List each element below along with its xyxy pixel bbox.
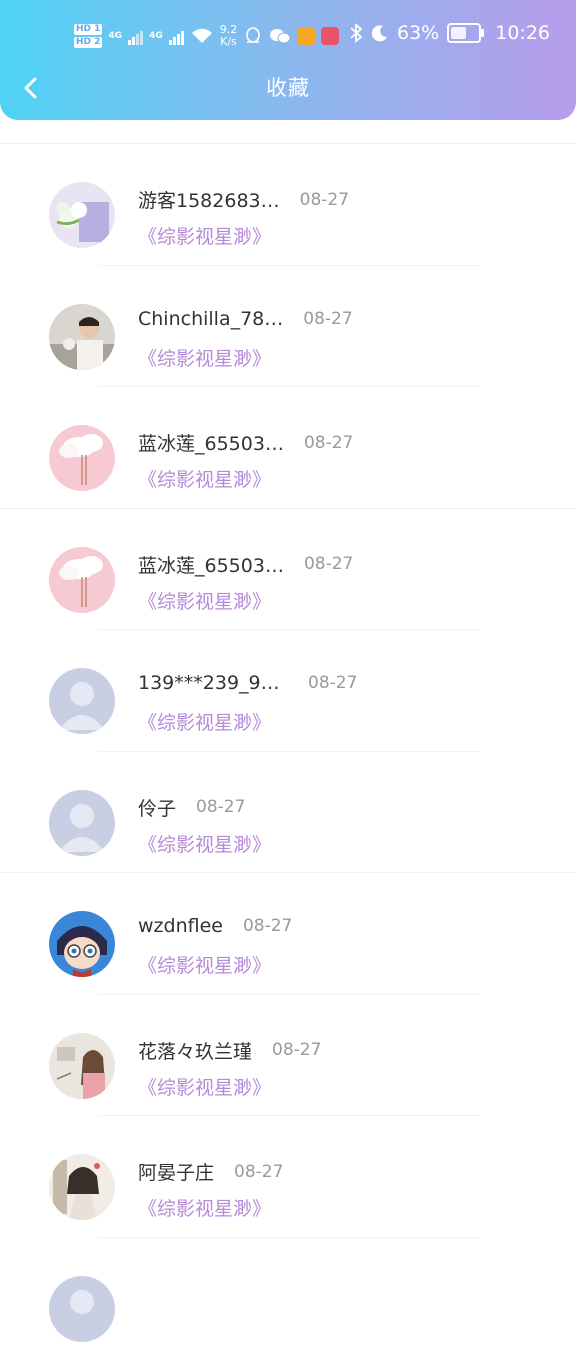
status-bar: HD 1 HD 2 4G 4G 9.2 K/s 63% 10:26	[0, 0, 576, 70]
book-title[interactable]: 《综影视星渺》	[138, 1073, 271, 1100]
nav-bar: 收藏	[0, 66, 576, 110]
status-left: HD 1 HD 2 4G 4G 9.2 K/s	[74, 18, 339, 54]
user-name: 蓝冰莲_65503…	[138, 551, 284, 578]
book-title[interactable]: 《综影视星渺》	[138, 222, 271, 249]
favorite-date: 08-27	[308, 673, 357, 693]
avatar[interactable]	[49, 790, 115, 856]
favorite-date: 08-27	[304, 433, 353, 453]
clock: 10:26	[495, 22, 550, 44]
wechat-icon	[269, 27, 291, 45]
book-title[interactable]: 《综影视星渺》	[138, 1194, 271, 1221]
hd1-badge: HD 1	[74, 24, 102, 35]
list-item[interactable]: 139***239_96… 08-27 《综影视星渺》	[0, 630, 576, 752]
avatar[interactable]	[49, 304, 115, 370]
qq-icon	[243, 26, 263, 46]
status-right: 63% 10:26	[349, 22, 550, 44]
network-type-2: 4G	[149, 31, 163, 41]
hd2-badge: HD 2	[74, 37, 102, 48]
list-item[interactable]: 蓝冰莲_65503… 08-27 《综影视星渺》	[0, 509, 576, 631]
book-title[interactable]: 《综影视星渺》	[138, 951, 271, 978]
user-name: 阿晏子庄	[138, 1158, 214, 1185]
list-item[interactable]: 阿晏子庄 08-27 《综影视星渺》	[0, 1116, 576, 1238]
user-name: wzdnflee	[138, 915, 223, 937]
top-header: HD 1 HD 2 4G 4G 9.2 K/s 63% 10:26	[0, 0, 576, 120]
reader-app-icon	[321, 27, 339, 45]
list-item[interactable]: 伶子 08-27 《综影视星渺》	[0, 752, 576, 874]
favorite-date: 08-27	[196, 797, 245, 817]
avatar[interactable]	[49, 668, 115, 734]
favorite-date: 08-27	[234, 1162, 283, 1182]
book-title[interactable]: 《综影视星渺》	[138, 465, 271, 492]
bluetooth-icon	[349, 23, 363, 43]
battery-fill	[451, 27, 466, 39]
user-name: 蓝冰莲_65503…	[138, 429, 284, 456]
network-type-1: 4G	[108, 31, 122, 41]
page-title: 收藏	[0, 72, 576, 102]
list-item[interactable]: 蓝冰莲_65503… 08-27 《综影视星渺》	[0, 387, 576, 509]
book-title[interactable]: 《综影视星渺》	[138, 344, 271, 371]
list-item[interactable]: 游客1582683… 08-27 《综影视星渺》	[0, 144, 576, 266]
list-item[interactable]: Chinchilla_78… 08-27 《综影视星渺》	[0, 266, 576, 388]
user-name: 139***239_96…	[138, 672, 288, 694]
wifi-icon	[190, 27, 214, 45]
book-title[interactable]: 《综影视星渺》	[138, 708, 271, 735]
user-name: 花落々玖兰瑾	[138, 1037, 252, 1064]
battery-icon	[447, 23, 481, 43]
favorite-date: 08-27	[300, 190, 349, 210]
battery-percent: 63%	[397, 22, 439, 44]
avatar[interactable]	[49, 1154, 115, 1220]
user-name: Chinchilla_78…	[138, 308, 283, 330]
book-title[interactable]: 《综影视星渺》	[138, 830, 271, 857]
list-item[interactable]	[0, 1238, 576, 1359]
book-title[interactable]: 《综影视星渺》	[138, 587, 271, 614]
avatar[interactable]	[49, 911, 115, 977]
user-name: 游客1582683…	[138, 186, 280, 213]
user-name: 伶子	[138, 794, 176, 821]
moon-icon	[371, 24, 389, 42]
speed-unit: K/s	[220, 36, 238, 48]
avatar[interactable]	[49, 547, 115, 613]
avatar[interactable]	[49, 1276, 115, 1342]
favorite-date: 08-27	[272, 1040, 321, 1060]
list-item[interactable]: 花落々玖兰瑾 08-27 《综影视星渺》	[0, 995, 576, 1117]
video-app-icon	[297, 27, 315, 45]
signal-icon	[169, 27, 184, 45]
list-item[interactable]: wzdnflee 08-27 《综影视星渺》	[0, 873, 576, 995]
avatar[interactable]	[49, 182, 115, 248]
favorite-date: 08-27	[243, 916, 292, 936]
network-speed: 9.2 K/s	[220, 24, 238, 48]
avatar[interactable]	[49, 425, 115, 491]
hd-indicators: HD 1 HD 2	[74, 24, 102, 48]
favorite-date: 08-27	[303, 309, 352, 329]
avatar[interactable]	[49, 1033, 115, 1099]
favorite-date: 08-27	[304, 554, 353, 574]
favorites-list: 游客1582683… 08-27 《综影视星渺》 Chinchilla_78… 08…	[0, 144, 576, 1359]
signal-icon	[128, 27, 143, 45]
